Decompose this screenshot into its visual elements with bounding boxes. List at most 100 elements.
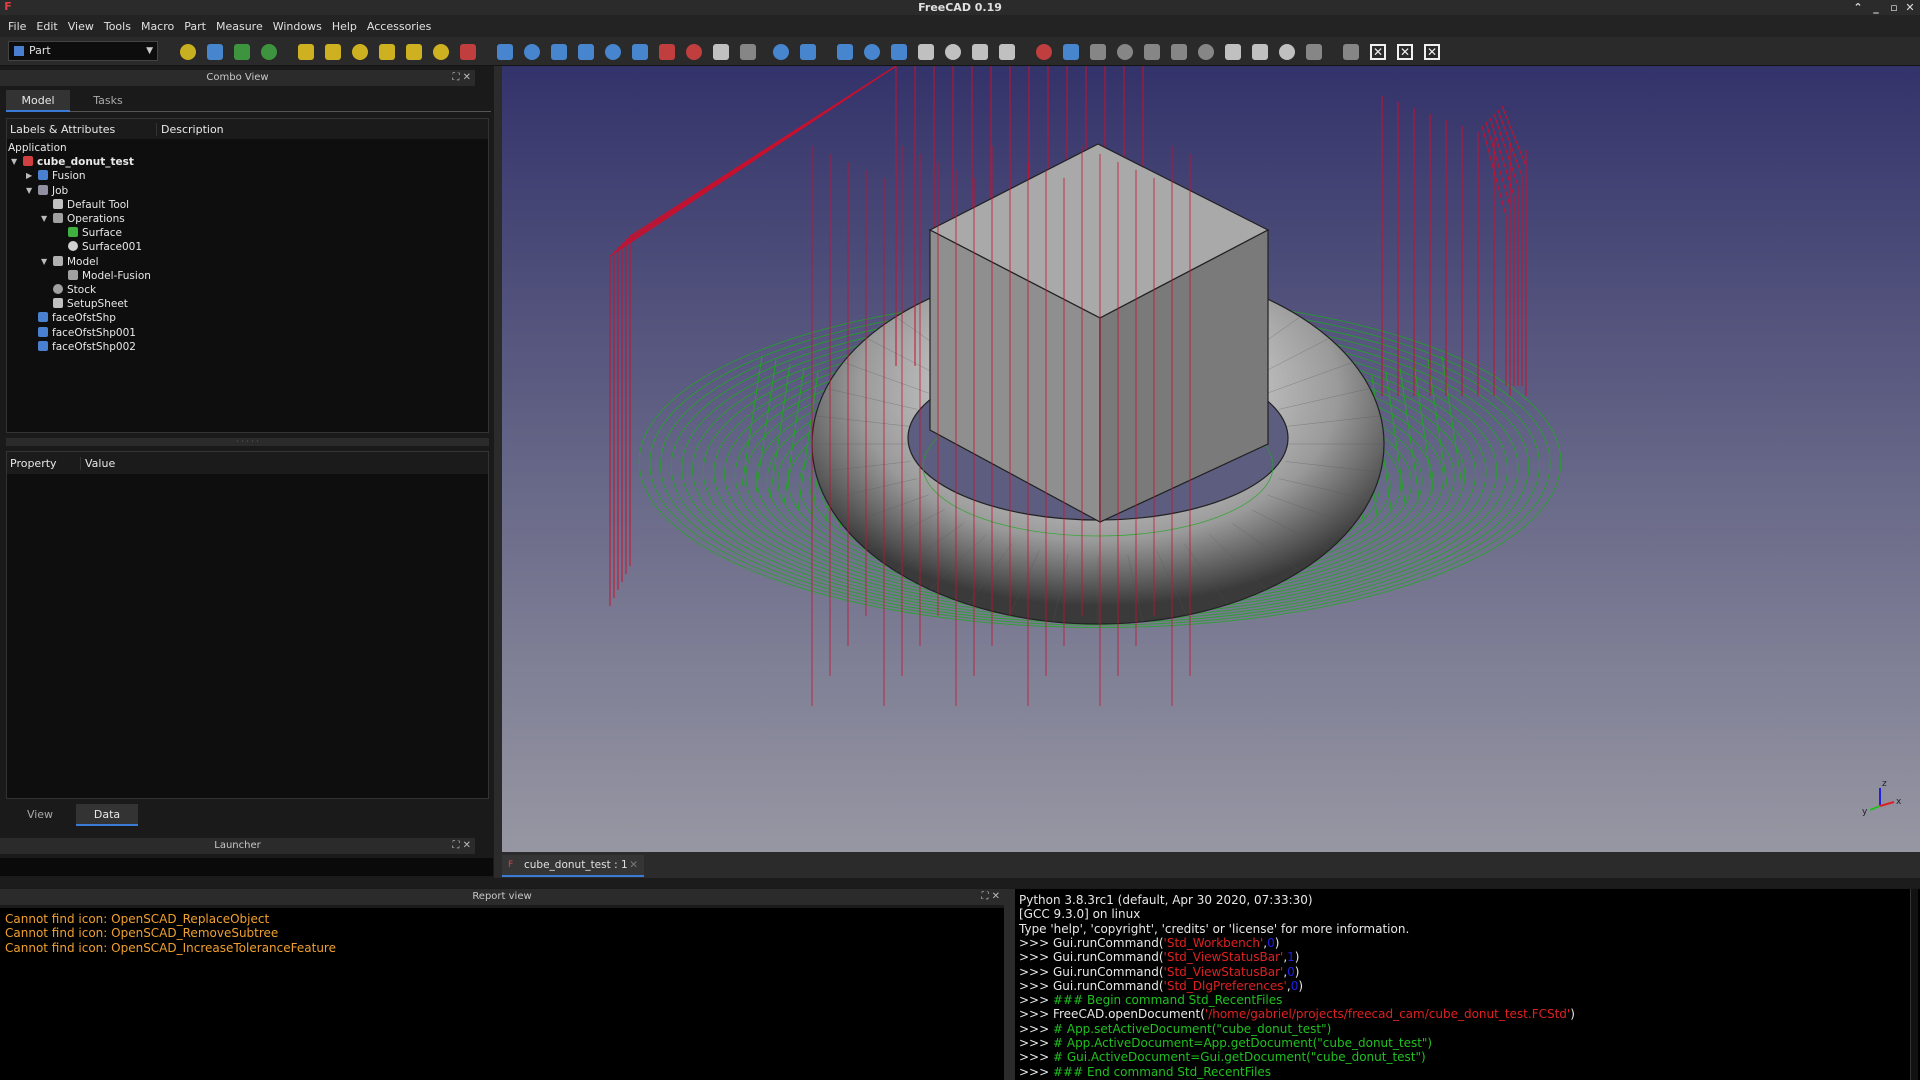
menu-windows[interactable]: Windows: [273, 20, 322, 33]
sweep-icon[interactable]: [713, 44, 729, 60]
menu-tools[interactable]: Tools: [104, 20, 131, 33]
cross-sections-icon[interactable]: [773, 44, 789, 60]
measure-linear-icon[interactable]: [1144, 44, 1160, 60]
tree-header-description[interactable]: Description: [156, 123, 224, 136]
compound-icon[interactable]: [891, 44, 907, 60]
3d-scene[interactable]: zx y: [502, 66, 1920, 852]
menu-file[interactable]: File: [8, 20, 26, 33]
bottom-splitter[interactable]: [0, 878, 1920, 888]
mirror-icon[interactable]: [551, 44, 567, 60]
tree-item[interactable]: Stock: [53, 283, 96, 297]
shape-builder-icon[interactable]: [460, 44, 476, 60]
property-header-value[interactable]: Value: [80, 457, 115, 470]
tab-data[interactable]: Data: [76, 804, 138, 826]
ruled-surface-icon[interactable]: [659, 44, 675, 60]
close-x-icon[interactable]: ✕: [1397, 44, 1413, 60]
report-view[interactable]: Cannot find icon: OpenSCAD_ReplaceObject…: [0, 908, 1004, 1080]
tree-item[interactable]: Model-Fusion: [68, 269, 151, 283]
menu-help[interactable]: Help: [332, 20, 357, 33]
dock-buttons[interactable]: ⛶ ✕: [452, 70, 471, 86]
tab-view[interactable]: View: [10, 804, 70, 826]
undo-icon[interactable]: [234, 44, 250, 60]
box-icon[interactable]: [298, 44, 314, 60]
python-console[interactable]: Python 3.8.3rc1 (default, Apr 30 2020, 0…: [1015, 889, 1920, 1080]
measure-label-icon[interactable]: [1343, 44, 1359, 60]
document-tab[interactable]: F cube_donut_test : 1 ✕: [502, 855, 644, 877]
window-maximize-icon[interactable]: ▫: [1886, 0, 1902, 15]
cone-icon[interactable]: [379, 44, 395, 60]
torus-icon[interactable]: [406, 44, 422, 60]
window-close-icon[interactable]: ✕: [1902, 0, 1918, 15]
sphere-icon[interactable]: [352, 44, 368, 60]
measure-refresh-icon[interactable]: [1198, 44, 1214, 60]
tree-item[interactable]: faceOfstShp001: [38, 326, 136, 340]
property-header-property[interactable]: Property: [10, 457, 57, 470]
section-icon[interactable]: [740, 44, 756, 60]
tree-item[interactable]: faceOfstShp: [38, 311, 116, 325]
menu-measure[interactable]: Measure: [216, 20, 263, 33]
expand-down-icon[interactable]: ▼: [41, 255, 47, 269]
fuse-icon[interactable]: [972, 44, 988, 60]
left-dock-splitter[interactable]: [494, 66, 502, 886]
expand-right-icon[interactable]: ▶: [26, 169, 32, 183]
fillet-icon[interactable]: [578, 44, 594, 60]
menu-macro[interactable]: Macro: [141, 20, 174, 33]
thickness-icon[interactable]: [837, 44, 853, 60]
tree-item[interactable]: ▼ Operations: [41, 212, 125, 226]
tree-item[interactable]: Surface001: [68, 240, 142, 254]
offset-icon[interactable]: [800, 44, 816, 60]
split-icon[interactable]: [1063, 44, 1079, 60]
launcher-input[interactable]: [0, 858, 493, 876]
sketch-icon[interactable]: [180, 44, 196, 60]
close-x-icon[interactable]: ✕: [1424, 44, 1440, 60]
window-restore-icon[interactable]: ⌃: [1850, 0, 1866, 15]
python-console-scrollbar[interactable]: [1910, 889, 1918, 1080]
projection-icon[interactable]: [864, 44, 880, 60]
measure-toggle-icon[interactable]: [1252, 44, 1268, 60]
tree-item[interactable]: Default Tool: [53, 198, 129, 212]
tree-item[interactable]: Application: [8, 141, 67, 155]
primitives-icon[interactable]: [433, 44, 449, 60]
tree-item[interactable]: faceOfstShp002: [38, 340, 136, 354]
menu-view[interactable]: View: [68, 20, 94, 33]
tree-item[interactable]: ▼ Job: [26, 184, 68, 198]
measure-toggle-3d-icon[interactable]: [1279, 44, 1295, 60]
tree-item[interactable]: ▼ cube_donut_test: [11, 155, 134, 169]
report-dock-buttons[interactable]: ⛶ ✕: [981, 889, 1000, 905]
measure-clear-icon[interactable]: [1225, 44, 1241, 60]
menu-accessories[interactable]: Accessories: [367, 20, 431, 33]
boolean-icon[interactable]: [918, 44, 934, 60]
revolve-icon[interactable]: [524, 44, 540, 60]
menu-part[interactable]: Part: [184, 20, 206, 33]
loft-icon[interactable]: [686, 44, 702, 60]
close-tab-icon[interactable]: ✕: [629, 855, 638, 875]
tree-item[interactable]: ▶ Fusion: [26, 169, 86, 183]
tree-item[interactable]: Surface: [68, 226, 122, 240]
tree-property-splitter[interactable]: · · · · ·: [6, 438, 489, 446]
launcher-dock-buttons[interactable]: ⛶ ✕: [452, 838, 471, 854]
tab-model[interactable]: Model: [6, 90, 70, 112]
cylinder-icon[interactable]: [325, 44, 341, 60]
chamfer-icon[interactable]: [605, 44, 621, 60]
open-icon[interactable]: [207, 44, 223, 60]
tree-item[interactable]: ▼ Model: [41, 255, 99, 269]
join-icon[interactable]: [1036, 44, 1052, 60]
3d-viewport[interactable]: zx y: [502, 66, 1920, 852]
make-face-icon[interactable]: [632, 44, 648, 60]
close-x-icon[interactable]: ✕: [1370, 44, 1386, 60]
measure-toggle-delta-icon[interactable]: [1306, 44, 1322, 60]
workbench-selector[interactable]: Part ▼: [8, 41, 158, 61]
report-console-splitter[interactable]: [1004, 889, 1015, 1080]
menu-edit[interactable]: Edit: [36, 20, 57, 33]
extrude-icon[interactable]: [497, 44, 513, 60]
redo-icon[interactable]: [261, 44, 277, 60]
window-minimize-icon[interactable]: _: [1868, 0, 1884, 15]
tree-item[interactable]: SetupSheet: [53, 297, 128, 311]
measure-angular-icon[interactable]: [1171, 44, 1187, 60]
cut-icon[interactable]: [945, 44, 961, 60]
expand-down-icon[interactable]: ▼: [26, 184, 32, 198]
common-icon[interactable]: [999, 44, 1015, 60]
expand-down-icon[interactable]: ▼: [11, 155, 17, 169]
defeaturing-icon[interactable]: [1117, 44, 1133, 60]
check-geometry-icon[interactable]: [1090, 44, 1106, 60]
